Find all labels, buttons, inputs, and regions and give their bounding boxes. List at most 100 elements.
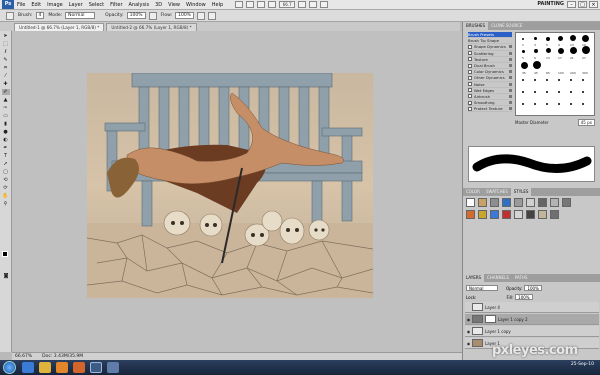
- tab-layers[interactable]: LAYERS: [463, 274, 485, 282]
- bridge-button[interactable]: [235, 1, 244, 8]
- status-zoom[interactable]: 66.67%: [15, 354, 32, 359]
- style-none-swatch[interactable]: [466, 198, 475, 207]
- brush-tool-icon-active[interactable]: ✐: [1, 89, 10, 95]
- hand-tool-icon[interactable]: ✋: [2, 193, 10, 199]
- brush-preset-dot[interactable]: [533, 61, 541, 69]
- style-swatch[interactable]: [526, 210, 535, 219]
- marquee-tool-icon[interactable]: ⬚: [2, 41, 10, 47]
- layer-row-selected[interactable]: ◉ Layer 1 copy 2: [465, 314, 599, 325]
- brush-preset-dot[interactable]: [582, 46, 590, 54]
- brush-preset-dot[interactable]: [570, 103, 572, 105]
- folder-icon[interactable]: [39, 362, 51, 373]
- brush-preset-dot[interactable]: [546, 91, 548, 93]
- brush-preset-dot[interactable]: [534, 79, 536, 81]
- shape-dynamics-checkbox[interactable]: [468, 44, 472, 49]
- style-swatch[interactable]: [490, 198, 499, 207]
- photoshop-taskbar-icon[interactable]: [90, 362, 102, 373]
- gradient-tool-icon[interactable]: ▮: [2, 121, 10, 127]
- canvas-area[interactable]: [12, 31, 462, 352]
- opacity-field[interactable]: 100%: [126, 12, 146, 19]
- brush-preset-dot[interactable]: [546, 79, 548, 81]
- style-swatch[interactable]: [514, 210, 523, 219]
- brush-preset-dot[interactable]: [558, 79, 560, 81]
- healing-tool-icon[interactable]: ✚: [2, 81, 10, 87]
- style-swatch[interactable]: [490, 210, 499, 219]
- ie-icon[interactable]: [22, 362, 34, 373]
- eye-icon[interactable]: ◉: [465, 329, 472, 334]
- brush-preset-dot[interactable]: [570, 91, 572, 93]
- brush-preset-dot[interactable]: [570, 79, 572, 81]
- arrange-icon[interactable]: [309, 1, 318, 8]
- foreground-color-swatch[interactable]: [2, 251, 8, 257]
- style-swatch[interactable]: [562, 198, 571, 207]
- brush-preset-dot[interactable]: [534, 37, 537, 40]
- style-swatch[interactable]: [550, 198, 559, 207]
- brush-preset-dot[interactable]: [558, 91, 560, 93]
- path-select-tool-icon[interactable]: ➚: [2, 161, 10, 167]
- 3d-rotate-tool-icon[interactable]: ⟲: [2, 177, 10, 183]
- style-swatch[interactable]: [550, 210, 559, 219]
- 3d-camera-tool-icon[interactable]: ⟳: [2, 185, 10, 191]
- tab-color[interactable]: COLOR: [463, 188, 483, 196]
- style-swatch[interactable]: [478, 198, 487, 207]
- app-taskbar-icon[interactable]: [107, 362, 119, 373]
- brush-preset-dot[interactable]: [534, 91, 536, 93]
- flow-field[interactable]: 100%: [175, 12, 194, 19]
- dual-brush-checkbox[interactable]: [468, 63, 472, 68]
- brush-preset-dot[interactable]: [522, 91, 524, 93]
- brush-preset-dot[interactable]: [534, 103, 536, 105]
- eyedropper-tool-icon[interactable]: ⁄: [2, 73, 10, 79]
- workspace-switcher[interactable]: PAINTING: [537, 1, 564, 7]
- menu-filter[interactable]: Filter: [110, 2, 122, 8]
- eraser-tool-icon[interactable]: ▭: [2, 113, 10, 119]
- menu-3d[interactable]: 3D: [155, 2, 162, 8]
- brush-preset-dot[interactable]: [570, 47, 577, 54]
- layer-opacity-field[interactable]: 100%: [524, 285, 542, 291]
- eye-icon[interactable]: ◉: [465, 317, 472, 322]
- minibridge-button[interactable]: [246, 1, 255, 8]
- type-tool-icon[interactable]: T: [2, 153, 10, 159]
- maximize-button[interactable]: □: [578, 1, 587, 8]
- menu-window[interactable]: Window: [186, 2, 206, 8]
- noise-checkbox[interactable]: [468, 82, 472, 87]
- brush-preset-dot[interactable]: [522, 103, 524, 105]
- menu-layer[interactable]: Layer: [69, 2, 83, 8]
- mode-select[interactable]: Normal: [65, 12, 96, 19]
- smoothing-checkbox[interactable]: ✓: [468, 100, 472, 107]
- artwork-canvas[interactable]: [87, 73, 373, 298]
- brush-preset-dot[interactable]: [582, 79, 584, 81]
- zoom-level[interactable]: 66.7: [279, 1, 296, 8]
- blend-mode-select[interactable]: Normal: [466, 285, 498, 291]
- start-button[interactable]: [3, 361, 16, 374]
- menu-analysis[interactable]: Analysis: [129, 2, 150, 8]
- master-diameter-field[interactable]: 45 px: [577, 118, 595, 126]
- menu-file[interactable]: File: [17, 2, 25, 8]
- brush-preset-dot[interactable]: [546, 103, 548, 105]
- menu-help[interactable]: Help: [212, 2, 223, 8]
- style-swatch[interactable]: [538, 198, 547, 207]
- eye-icon[interactable]: ◉: [465, 341, 472, 346]
- pressure-opacity-icon[interactable]: [148, 11, 157, 20]
- brush-preset-grid[interactable]: 1 3 5 9 13 19 5 9 13 17 21 27 35 45 65 1…: [515, 32, 595, 116]
- style-swatch[interactable]: [466, 210, 475, 219]
- screen-mode-icon[interactable]: [320, 1, 329, 8]
- close-button[interactable]: ×: [589, 1, 598, 8]
- layer-row[interactable]: Layer 4: [465, 302, 599, 313]
- color-dynamics-checkbox[interactable]: [468, 69, 472, 74]
- airbrush-icon[interactable]: [196, 11, 205, 20]
- style-swatch[interactable]: [478, 210, 487, 219]
- brush-preset-dot[interactable]: [522, 38, 524, 40]
- quick-select-tool-icon[interactable]: ✎: [2, 57, 10, 63]
- firefox-icon[interactable]: [73, 362, 85, 373]
- lasso-tool-icon[interactable]: ℓ: [2, 49, 10, 55]
- style-swatch[interactable]: [502, 198, 511, 207]
- brush-preset-dot[interactable]: [558, 103, 560, 105]
- style-swatch[interactable]: [514, 198, 523, 207]
- brush-tool-icon[interactable]: [6, 11, 14, 20]
- brush-preset-dot[interactable]: [582, 35, 589, 42]
- brush-preset-dot[interactable]: [521, 62, 528, 69]
- clone-stamp-tool-icon[interactable]: ▲: [2, 97, 10, 103]
- move-tool-icon[interactable]: ➤: [2, 33, 10, 39]
- brush-preset-dot[interactable]: [582, 103, 584, 105]
- quick-mask-icon[interactable]: ◙: [2, 273, 10, 279]
